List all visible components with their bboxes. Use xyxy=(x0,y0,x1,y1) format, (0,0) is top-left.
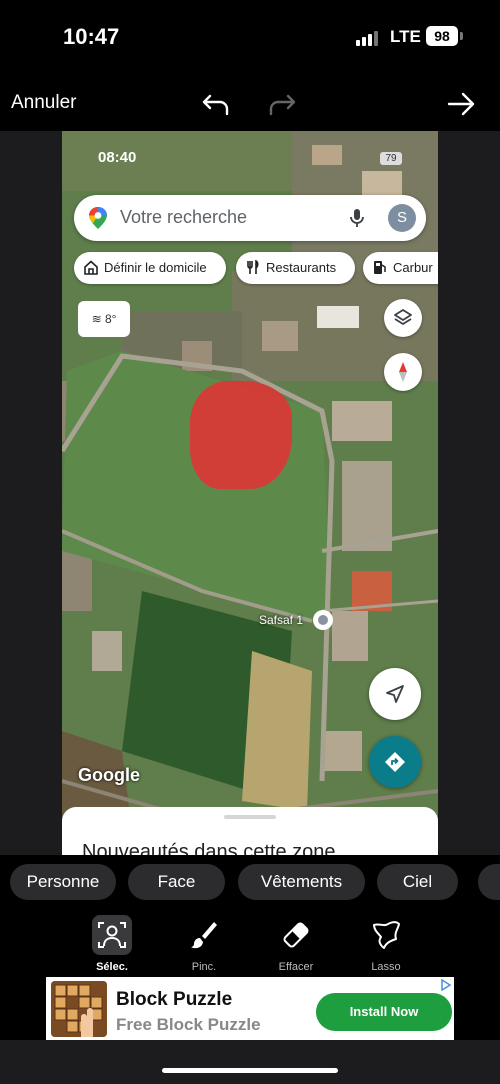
my-location-button[interactable] xyxy=(369,668,421,720)
filter-chips: Personne Face Vêtements Ciel xyxy=(0,855,500,911)
chip-restaurants[interactable]: Restaurants xyxy=(236,252,355,284)
fuel-icon xyxy=(374,261,386,274)
ad-subtitle: Free Block Puzzle xyxy=(116,1015,261,1034)
arrow-right-icon[interactable] xyxy=(445,88,477,120)
sheet-handle[interactable] xyxy=(224,815,276,819)
avatar[interactable]: S xyxy=(388,204,416,232)
tool-lasso-label: Lasso xyxy=(371,961,401,973)
weather-value: 8° xyxy=(104,312,117,326)
maps-pin-icon xyxy=(89,207,107,229)
brush-icon xyxy=(184,915,224,955)
search-placeholder: Votre recherche xyxy=(120,207,248,227)
cancel-button[interactable]: Annuler xyxy=(11,92,77,114)
filter-vetements[interactable]: Vêtements xyxy=(238,864,365,900)
status-time: 10:47 xyxy=(63,24,120,49)
ad-title: Block Puzzle xyxy=(116,989,233,1010)
compass-button[interactable] xyxy=(384,353,422,391)
place-label: Safsaf 1 xyxy=(259,613,304,627)
editor-toolbar: Annuler xyxy=(0,76,500,131)
utensils-icon xyxy=(247,260,259,274)
inner-status-time: 08:40 xyxy=(98,149,137,166)
chip-fuel-label: Carbur xyxy=(393,260,433,275)
ad-choices-icon[interactable] xyxy=(440,979,452,991)
battery-tip xyxy=(460,32,463,40)
inner-battery-icon: 79 xyxy=(380,152,402,165)
chip-home-label: Définir le domicile xyxy=(104,260,207,275)
navigation-arrow-icon xyxy=(386,685,404,703)
bottom-sheet[interactable]: Nouveautés dans cette zone xyxy=(62,807,438,855)
filter-ciel[interactable]: Ciel xyxy=(377,864,458,900)
place-pin-icon[interactable] xyxy=(313,610,333,630)
tool-eraser-label: Effacer xyxy=(278,961,314,973)
map-search-bar[interactable]: Votre recherche S xyxy=(74,195,426,241)
install-now-button[interactable]: Install Now xyxy=(316,993,452,1031)
sheet-title: Nouveautés dans cette zone xyxy=(82,841,336,855)
layers-icon xyxy=(394,309,412,325)
tool-brush-label: Pinc. xyxy=(191,961,217,973)
filter-personne[interactable]: Personne xyxy=(10,864,116,900)
status-bar: 10:47 LTE 98 xyxy=(0,0,500,76)
ad-banner[interactable]: Block Puzzle Free Block Puzzle Install N… xyxy=(46,977,454,1040)
home-indicator[interactable] xyxy=(162,1068,338,1073)
home-area xyxy=(0,1040,500,1084)
battery-icon: 98 xyxy=(426,26,458,46)
directions-button[interactable] xyxy=(369,736,421,788)
tool-select[interactable]: Sélec. xyxy=(84,913,140,975)
directions-icon xyxy=(385,752,405,772)
tool-bar: Sélec. Pinc. Effacer Lasso xyxy=(0,911,500,977)
undo-icon[interactable] xyxy=(200,88,232,120)
chip-fuel[interactable]: Carbur xyxy=(363,252,438,284)
tool-brush[interactable]: Pinc. xyxy=(176,913,232,975)
layers-button[interactable] xyxy=(384,299,422,337)
screenshot-preview[interactable]: 08:40 79 Votre recherche S Définir le do… xyxy=(62,131,438,855)
tool-lasso[interactable]: Lasso xyxy=(358,913,414,975)
filter-more[interactable] xyxy=(478,864,500,900)
wind-icon: ≋ xyxy=(91,312,105,326)
tool-select-label: Sélec. xyxy=(96,961,128,973)
home-icon xyxy=(84,260,98,275)
weather-badge[interactable]: ≋ 8° xyxy=(78,301,130,337)
filter-face[interactable]: Face xyxy=(128,864,225,900)
block-puzzle-logo xyxy=(51,981,107,1037)
signal-icon xyxy=(356,30,380,46)
lasso-icon xyxy=(366,915,406,955)
google-logo: Google xyxy=(78,765,140,785)
eraser-icon xyxy=(276,915,316,955)
microphone-icon[interactable] xyxy=(350,208,364,228)
chip-home[interactable]: Définir le domicile xyxy=(74,252,226,284)
network-label: LTE xyxy=(390,27,421,46)
redo-icon[interactable] xyxy=(266,88,298,120)
compass-icon xyxy=(399,362,407,382)
selection-overlay[interactable] xyxy=(190,381,292,489)
chip-restaurants-label: Restaurants xyxy=(266,260,337,275)
select-person-icon xyxy=(92,915,132,955)
tool-eraser[interactable]: Effacer xyxy=(268,913,324,975)
ad-bar: Block Puzzle Free Block Puzzle Install N… xyxy=(0,977,500,1040)
